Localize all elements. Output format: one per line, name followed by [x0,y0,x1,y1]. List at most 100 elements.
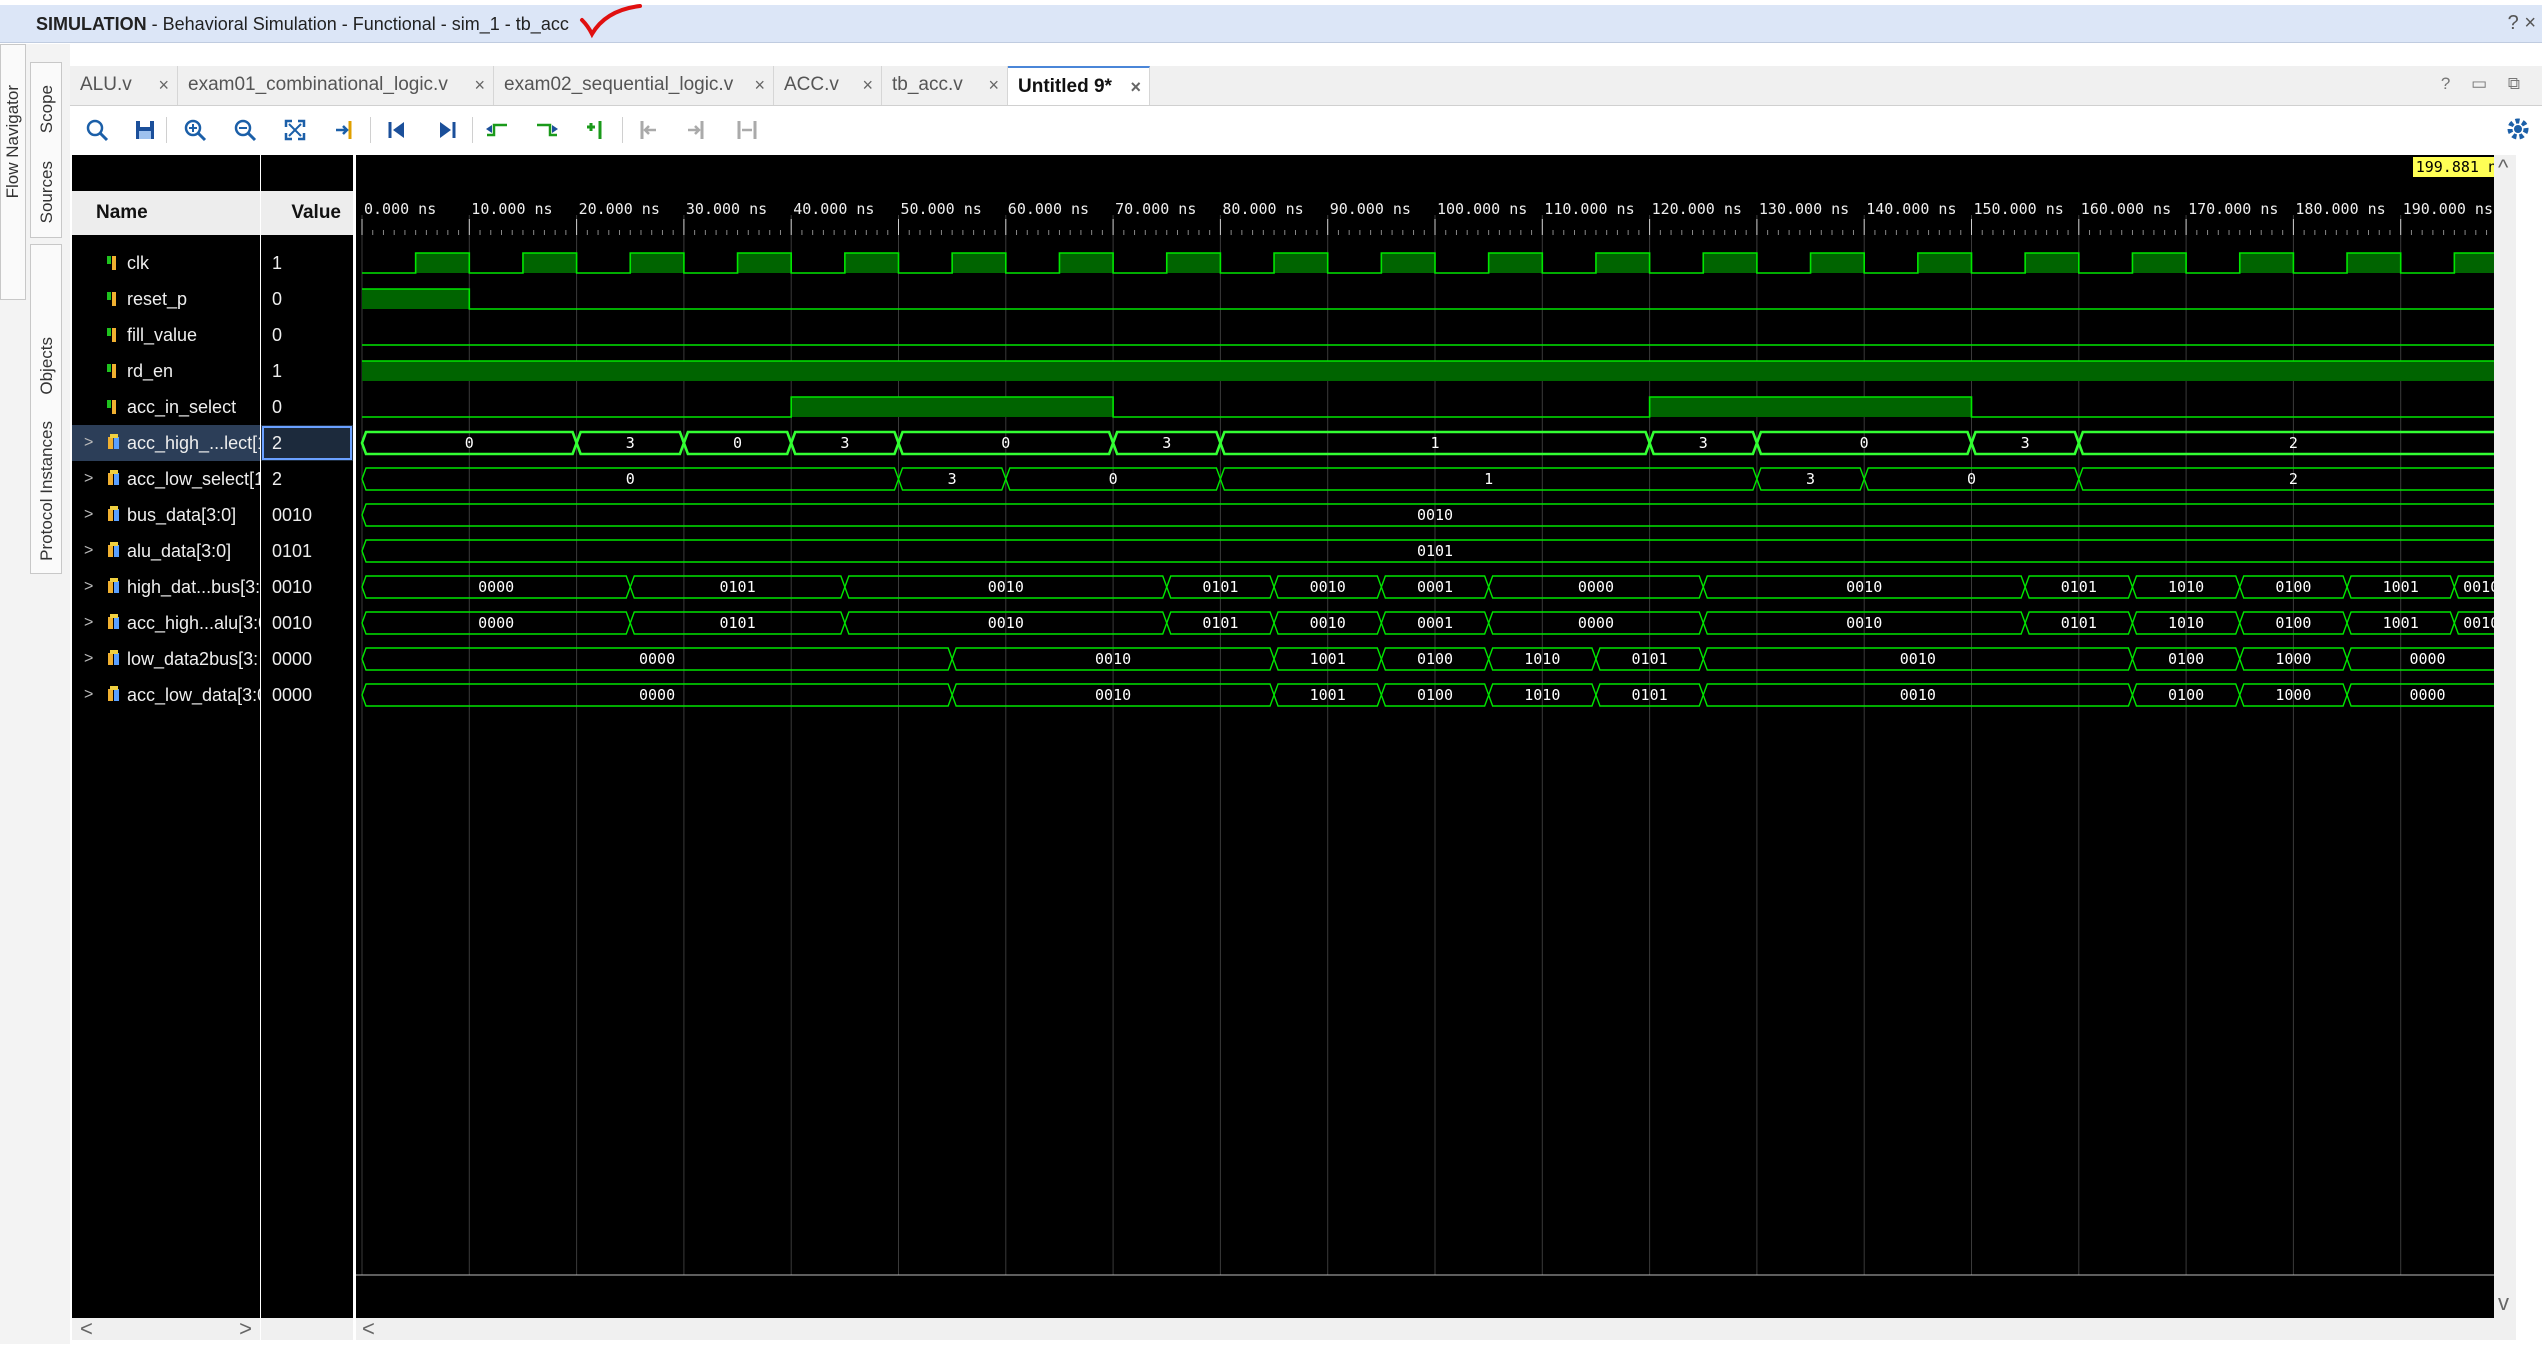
signal-value-pane: Value 1 0 0 1 0 2 2 0010 0101 0010 0010 0000 0000 [261,155,353,1340]
signal-row[interactable]: > acc_low_select[1: [72,461,260,497]
previous-transition-icon[interactable] [482,115,512,145]
wave-high-fill [2132,253,2187,273]
objects-tab[interactable]: Objects [37,337,57,395]
signal-row[interactable]: > bus_data[3:0] [72,497,260,533]
signal-row[interactable]: > alu_data[3:0] [72,533,260,569]
bus-value-label: 0100 [1417,650,1453,668]
scope-sources-tabs[interactable]: Scope Sources [30,62,62,238]
signal-row[interactable]: reset_p [72,281,260,317]
close-icon[interactable]: × [158,66,169,104]
value-column-header[interactable]: Value [261,191,353,235]
signal-row[interactable]: > acc_high...alu[3:0 [72,605,260,641]
bus-signal-icon [108,578,119,593]
scroll-down-arrow[interactable]: v [2498,1292,2509,1314]
signal-value: 1 [272,361,283,381]
chevron-right-icon[interactable]: > [84,533,93,569]
signal-name: bus_data[3:0] [127,505,237,525]
close-icon[interactable]: × [474,66,485,104]
chevron-right-icon[interactable]: > [84,605,93,641]
wave-pane-hscroll[interactable]: < [356,1318,2516,1340]
bus-value-label: 1010 [1524,650,1560,668]
next-marker-icon[interactable] [682,115,712,145]
go-to-cursor-icon[interactable] [330,115,360,145]
wave-high-fill [1649,397,1972,417]
close-icon[interactable]: × [754,66,765,104]
bus-value-label: 1 [1484,470,1493,488]
wave-high-fill [1488,253,1543,273]
objects-protocol-tabs[interactable]: Objects Protocol Instances [30,244,62,574]
help-close-controls[interactable]: ? × [2508,12,2536,35]
scope-tab[interactable]: Scope [37,85,57,133]
scroll-right-arrow[interactable]: > [239,1318,252,1340]
signal-row[interactable]: > high_dat...bus[3: [72,569,260,605]
go-to-time-zero-icon[interactable] [382,115,412,145]
bus-value-label: 1001 [2383,578,2419,596]
save-icon[interactable] [130,115,160,145]
gear-icon[interactable] [2504,115,2532,143]
chevron-right-icon[interactable]: > [84,497,93,533]
bus-signal-icon [108,542,119,557]
chevron-right-icon[interactable]: > [84,641,93,677]
flow-navigator-tab[interactable]: Flow Navigator [0,44,26,300]
scroll-left-arrow[interactable]: < [80,1318,93,1340]
tab-untitled-9[interactable]: Untitled 9* × [1008,66,1150,105]
protocol-instances-tab[interactable]: Protocol Instances [37,421,57,561]
chevron-right-icon[interactable]: > [84,461,93,497]
chevron-right-icon[interactable]: > [84,425,93,461]
zoom-in-icon[interactable] [180,115,210,145]
tab-exam01[interactable]: exam01_combinational_logic.v × [178,66,494,105]
close-icon[interactable]: × [988,66,999,104]
chevron-right-icon[interactable]: > [84,677,93,713]
scroll-up-arrow[interactable]: ^ [2498,157,2508,179]
next-transition-icon[interactable] [532,115,562,145]
name-column-header[interactable]: Name [72,191,260,235]
signal-name: acc_high...alu[3:0 [127,613,260,633]
wave-toolbar [70,107,2542,152]
go-to-last-time-icon[interactable] [432,115,462,145]
checkmark-icon [580,4,642,39]
name-pane-hscroll[interactable]: < > [72,1318,260,1340]
bus-value-label: 0100 [2275,578,2311,596]
signal-row[interactable]: clk [72,245,260,281]
signal-row[interactable]: acc_in_select [72,389,260,425]
search-icon[interactable] [82,115,112,145]
close-icon[interactable]: × [862,66,873,104]
bus-value-label: 0000 [2409,686,2445,704]
waveform-pane[interactable]: 0.000 ns 10.000 ns 20.000 ns 30.000 ns 40.00… [356,155,2516,1340]
bus-value-label: 0101 [2061,578,2097,596]
tab-tb-acc[interactable]: tb_acc.v × [882,66,1008,105]
bus-value-label: 0 [733,434,742,452]
wave-pane-vscroll[interactable]: ^ v [2494,155,2516,1318]
sources-tab[interactable]: Sources [37,161,57,223]
previous-marker-icon[interactable] [632,115,662,145]
bus-value-label: 0000 [639,686,675,704]
ruler-tick-label: 110.000 ns [1544,200,1634,218]
add-marker-icon[interactable] [582,115,612,145]
signal-row[interactable]: > low_data2bus[3: [72,641,260,677]
zoom-out-icon[interactable] [230,115,260,145]
wave-high-fill [2239,253,2294,273]
signal-value: 0010 [272,613,313,633]
bus-signal-icon [108,506,119,521]
signal-row[interactable]: > acc_low_data[3:0 [72,677,260,713]
tab-exam02[interactable]: exam02_sequential_logic.v × [494,66,774,105]
signal-row[interactable]: fill_value [72,317,260,353]
signal-value: 2 [272,469,283,489]
signal-value: 0 [272,397,283,417]
tab-acc[interactable]: ACC.v × [774,66,882,105]
scroll-left-arrow[interactable]: < [362,1318,375,1340]
waveform-canvas[interactable]: 0.000 ns 10.000 ns 20.000 ns 30.000 ns 40.00… [356,155,2516,1315]
bus-value-label: 1000 [2275,650,2311,668]
tab-alu[interactable]: ALU.v × [70,66,178,105]
zoom-fit-icon[interactable] [280,115,310,145]
bit-signal-icon [107,364,116,378]
swap-cursors-icon[interactable] [732,115,762,145]
signal-row[interactable]: > acc_high_...lect[1 [72,425,260,461]
pane-controls[interactable]: ? ▭ ⧉ [2441,74,2528,94]
bus-value-label: 1 [1430,434,1439,452]
chevron-right-icon[interactable]: > [84,569,93,605]
signal-row[interactable]: rd_en [72,353,260,389]
value-pane-hscroll[interactable] [261,1318,353,1340]
close-icon[interactable]: × [1130,68,1141,106]
bus-value-label: 3 [948,470,957,488]
